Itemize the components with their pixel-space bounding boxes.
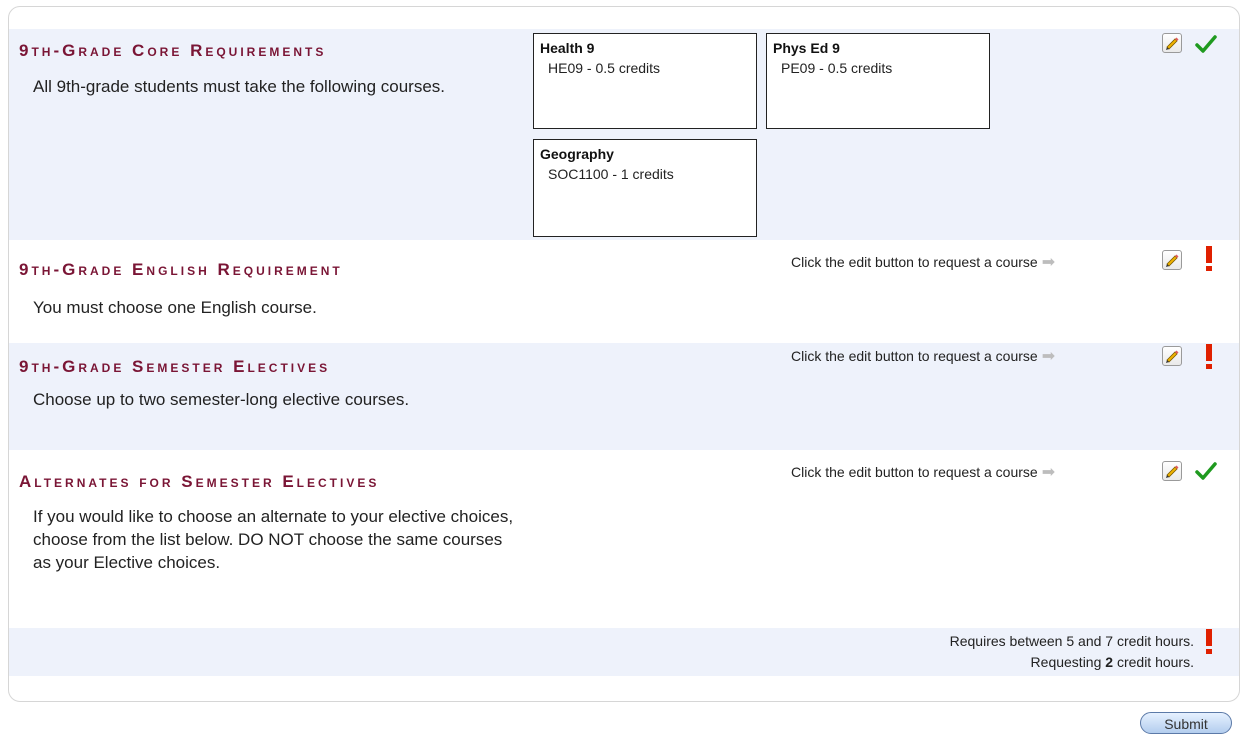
section-electives: 9th-Grade Semester Electives Choose up t…	[9, 343, 1239, 450]
exclamation-icon	[1206, 344, 1212, 369]
credit-summary-text: Requires between 5 and 7 credit hours. R…	[950, 631, 1194, 673]
credit-requirement: Requires between 5 and 7 credit hours.	[949, 633, 1194, 649]
pencil-icon[interactable]	[1162, 461, 1182, 481]
exclamation-icon	[1206, 629, 1212, 654]
edit-hint-text: Click the edit button to request a cours…	[791, 254, 1038, 270]
section-title: Alternates for Semester Electives	[19, 472, 380, 491]
section-description: You must choose one English course.	[33, 298, 317, 317]
credit-requesting-suffix: credit hours.	[1116, 654, 1194, 670]
section-alternates: Alternates for Semester Electives If you…	[9, 450, 1239, 628]
section-description: Choose up to two semester-long elective …	[33, 390, 410, 409]
section-english: 9th-Grade English Requirement You must c…	[9, 240, 1239, 343]
course-name: Phys Ed 9	[773, 40, 840, 56]
right-arrow-icon: ➡	[1041, 254, 1056, 271]
course-card: Health 9 HE09 - 0.5 credits	[533, 33, 757, 129]
credit-requesting-prefix: Requesting	[1030, 654, 1102, 670]
pencil-icon[interactable]	[1162, 346, 1182, 366]
edit-hint-text: Click the edit button to request a cours…	[791, 464, 1038, 480]
credit-requesting: Requesting 2 credit hours.	[950, 652, 1194, 673]
right-arrow-icon: ➡	[1041, 348, 1056, 365]
check-icon	[1195, 462, 1217, 480]
edit-hint: Click the edit button to request a cours…	[791, 252, 1055, 272]
credit-summary: Requires between 5 and 7 credit hours. R…	[9, 628, 1239, 676]
credit-count: 2	[1105, 654, 1114, 670]
course-code: SOC1100 - 1 credits	[548, 166, 674, 182]
pencil-icon[interactable]	[1162, 250, 1182, 270]
edit-hint-text: Click the edit button to request a cours…	[791, 348, 1038, 364]
course-code: PE09 - 0.5 credits	[781, 60, 893, 76]
course-code: HE09 - 0.5 credits	[548, 60, 661, 76]
exclamation-icon	[1206, 246, 1212, 271]
course-card: Phys Ed 9 PE09 - 0.5 credits	[766, 33, 990, 129]
edit-hint: Click the edit button to request a cours…	[791, 346, 1055, 366]
course-name: Health 9	[540, 40, 595, 56]
pencil-icon[interactable]	[1162, 33, 1182, 53]
submit-button[interactable]: Submit	[1140, 712, 1232, 734]
section-title: 9th-Grade Semester Electives	[19, 357, 331, 376]
section-title: 9th-Grade English Requirement	[19, 260, 343, 279]
section-title: 9th-Grade Core Requirements	[19, 41, 327, 60]
course-card: Geography SOC1100 - 1 credits	[533, 139, 757, 237]
section-core: 9th-Grade Core Requirements All 9th-grad…	[9, 29, 1239, 240]
section-description: If you would like to choose an alternate…	[33, 507, 514, 572]
course-name: Geography	[540, 146, 614, 162]
edit-hint: Click the edit button to request a cours…	[791, 462, 1055, 482]
right-arrow-icon: ➡	[1041, 464, 1056, 481]
check-icon	[1195, 35, 1217, 53]
section-description: All 9th-grade students must take the fol…	[33, 77, 445, 96]
